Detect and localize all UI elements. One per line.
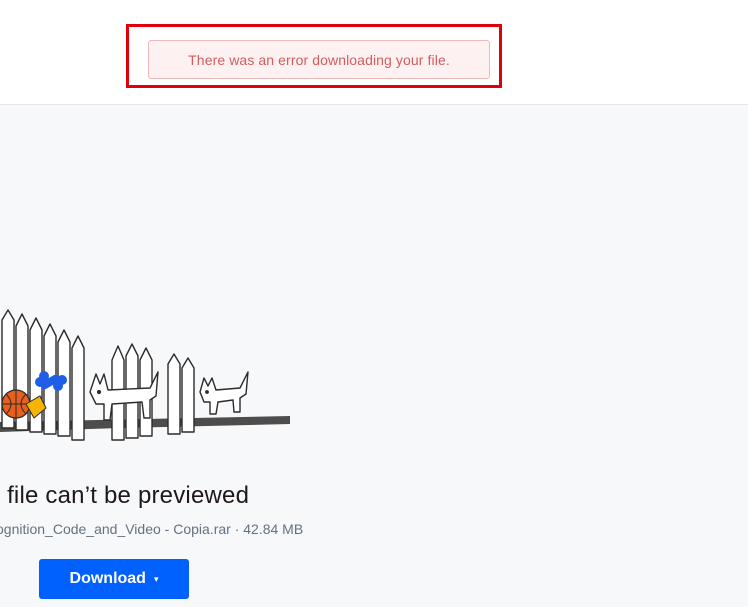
download-button-label: Download	[69, 570, 146, 587]
preview-unavailable-title: s file can’t be previewed	[0, 482, 250, 509]
dogs-behind-fence-illustration	[0, 309, 290, 441]
chevron-down-icon: ▾	[153, 573, 159, 584]
top-bar: There was an error downloading your file…	[0, 0, 748, 105]
error-banner: There was an error downloading your file…	[148, 40, 490, 79]
download-button[interactable]: Download ▾	[39, 559, 189, 599]
error-message: There was an error downloading your file…	[188, 51, 450, 68]
file-name-and-size: cognition_Code_and_Video - Copia.rar · 4…	[0, 521, 304, 537]
